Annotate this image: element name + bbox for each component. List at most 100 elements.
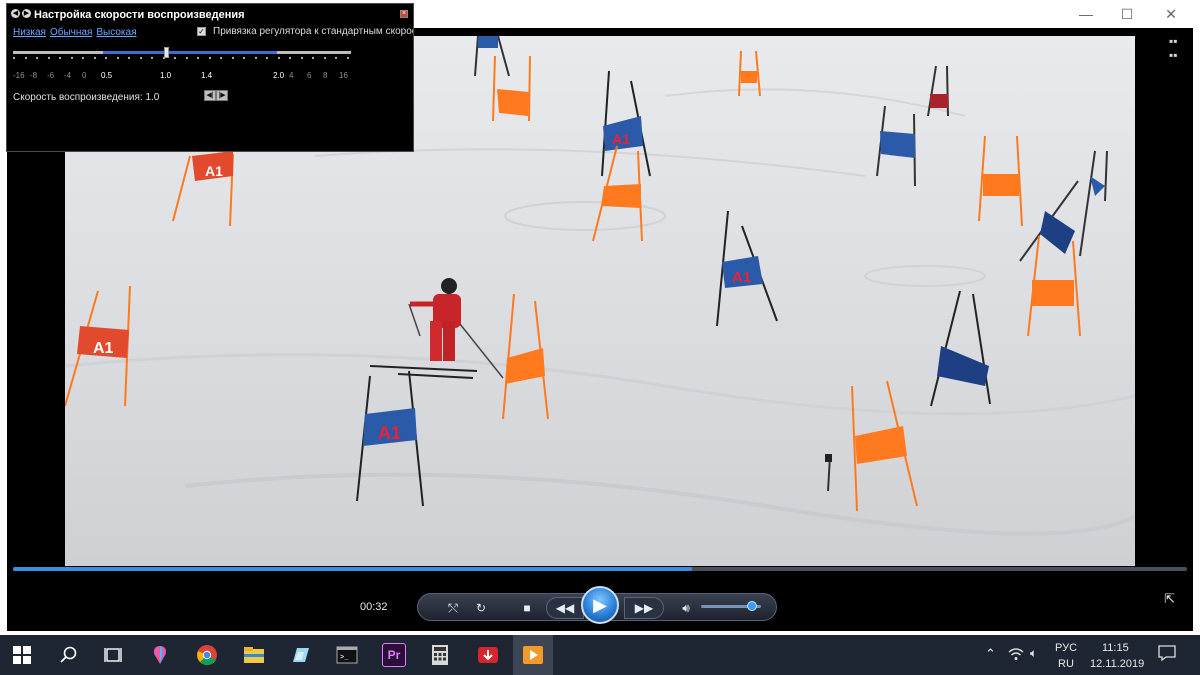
- language-indicator[interactable]: РУС: [1055, 642, 1077, 654]
- fast-forward-icon: ▶▶: [634, 601, 654, 615]
- previous-button[interactable]: ◀◀: [546, 597, 584, 619]
- speed-tick: [289, 57, 291, 59]
- close-icon: ×: [401, 10, 407, 17]
- search-button[interactable]: [56, 643, 80, 667]
- snap-checkbox[interactable]: ✓: [197, 27, 206, 36]
- maximize-button[interactable]: ☐: [1115, 4, 1139, 24]
- speed-tick-labels: -16 -8 -6 -4 0 0.5 1.0 1.4 2.0 4 6 8 16: [13, 71, 358, 83]
- repeat-button[interactable]: ↻: [470, 594, 492, 622]
- volume-slider[interactable]: [701, 601, 761, 611]
- windows-logo-icon: [13, 646, 31, 664]
- gate-orange: [492, 55, 531, 122]
- task-view-button[interactable]: [101, 643, 125, 667]
- terminal-icon: >_: [336, 646, 358, 664]
- rate-up-button[interactable]: |▶: [216, 90, 228, 101]
- close-button[interactable]: ✕: [1159, 4, 1183, 24]
- preset-low-link[interactable]: Низкая: [13, 27, 46, 38]
- media-player-icon: [523, 646, 543, 664]
- svg-text:A1: A1: [378, 423, 401, 443]
- task-view-icon: [104, 648, 122, 662]
- rate-down-button[interactable]: ◀|: [204, 90, 216, 101]
- speed-tick: [323, 57, 326, 59]
- speed-tick: [162, 57, 165, 59]
- speed-slider-normal-range: [103, 51, 277, 54]
- tick-label: 6: [307, 71, 312, 80]
- premiere-icon: Pr: [387, 648, 401, 662]
- speed-tick: [266, 57, 268, 59]
- fullscreen-icon[interactable]: ⇱: [1164, 591, 1175, 607]
- dialog-title: Настройка скорости воспроизведения: [34, 9, 245, 21]
- minimize-button[interactable]: —: [1074, 4, 1098, 24]
- shuffle-button[interactable]: ⤲: [442, 594, 464, 622]
- speed-tick: [185, 57, 188, 59]
- snap-label: Привязка регулятора к стандартным скорос: [213, 26, 413, 37]
- network-button[interactable]: [1008, 647, 1024, 664]
- file-explorer-icon: [244, 647, 264, 663]
- next-button[interactable]: ▶▶: [624, 597, 664, 619]
- terminal-taskbar-button[interactable]: >_: [335, 643, 359, 667]
- notification-icon: [1158, 645, 1176, 662]
- action-center-button[interactable]: [1158, 645, 1176, 664]
- volume-tray-button[interactable]: 🔈︎: [1030, 646, 1037, 661]
- speed-tick: [335, 57, 337, 59]
- stop-button[interactable]: ■: [516, 594, 538, 622]
- volume-knob[interactable]: [747, 601, 757, 611]
- play-icon: ▶: [593, 594, 607, 615]
- speed-slider[interactable]: [13, 47, 351, 58]
- gate-orange: [502, 293, 549, 420]
- show-hidden-icons-button[interactable]: ⌃: [985, 646, 996, 662]
- speed-tick: [82, 57, 84, 59]
- speed-tick: [70, 57, 73, 59]
- preset-high-link[interactable]: Высокая: [96, 27, 136, 38]
- tick-label: 4: [289, 71, 294, 80]
- media-player-taskbar-button[interactable]: [521, 643, 545, 667]
- svg-text:A1: A1: [612, 131, 630, 147]
- search-icon: [60, 646, 77, 663]
- speed-tick: [300, 57, 303, 59]
- tick-label: 0.5: [101, 71, 113, 80]
- download-manager-taskbar-button[interactable]: [476, 643, 500, 667]
- svg-text:A1: A1: [205, 163, 223, 179]
- forward-nav-button[interactable]: ▶: [22, 9, 31, 18]
- seek-bar[interactable]: [13, 567, 1187, 571]
- clock-date[interactable]: 12.11.2019: [1090, 658, 1144, 670]
- tick-label: 0: [82, 71, 87, 80]
- switch-to-library-icon[interactable]: ▪▪ ▪▪: [1169, 34, 1185, 62]
- tick-label: -6: [47, 71, 55, 80]
- calculator-taskbar-button[interactable]: [428, 643, 452, 667]
- tick-label: -8: [30, 71, 38, 80]
- clock-time[interactable]: 11:15: [1102, 642, 1129, 654]
- mute-button[interactable]: 🔊︎: [676, 594, 696, 622]
- speed-tick: [24, 57, 27, 59]
- paint3d-taskbar-button[interactable]: [148, 643, 172, 667]
- start-button[interactable]: [10, 643, 34, 667]
- speed-tick: [116, 57, 119, 59]
- back-nav-button[interactable]: ◀: [11, 9, 20, 18]
- dialog-close-button[interactable]: ×: [400, 10, 408, 18]
- seek-progress: [13, 567, 692, 571]
- photos-taskbar-button[interactable]: [288, 643, 312, 667]
- speed-tick: [208, 57, 211, 59]
- tick-label: 1.4: [201, 71, 213, 80]
- stop-icon: ■: [523, 601, 531, 615]
- preset-normal-link[interactable]: Обычная: [50, 27, 92, 38]
- speed-tick: [47, 57, 50, 59]
- svg-text:A1: A1: [93, 340, 114, 357]
- speed-tick: [231, 57, 234, 59]
- speed-tick: [139, 57, 142, 59]
- elapsed-time: 00:32: [360, 601, 388, 613]
- speed-tick: [254, 57, 257, 59]
- rate-label: Скорость воспроизведения: 1.0: [13, 92, 160, 103]
- paint3d-icon: [153, 646, 167, 664]
- play-button[interactable]: ▶: [581, 586, 619, 624]
- chrome-taskbar-button[interactable]: [195, 643, 219, 667]
- premiere-taskbar-button[interactable]: Pr: [382, 643, 406, 667]
- speed-tick: [59, 57, 61, 59]
- keyboard-layout-indicator[interactable]: RU: [1058, 658, 1074, 670]
- repeat-icon: ↻: [475, 601, 487, 615]
- gate-blue-a1: A1: [601, 70, 651, 177]
- tick-label: -4: [64, 71, 72, 80]
- speed-tick: [151, 57, 153, 59]
- calculator-icon: [432, 645, 448, 665]
- file-explorer-taskbar-button[interactable]: [242, 643, 266, 667]
